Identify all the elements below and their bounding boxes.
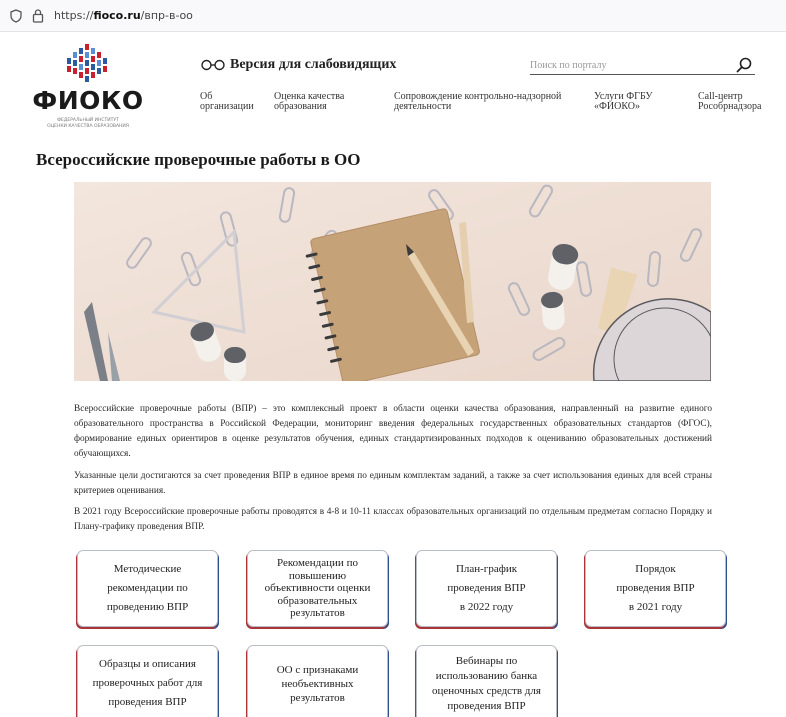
search-box[interactable] bbox=[530, 56, 755, 75]
card-methodical-recommendations[interactable]: Методические рекомендации по проведению … bbox=[77, 550, 218, 627]
card-label: Вебинары по использованию банка оценочны… bbox=[432, 654, 541, 714]
nav-item-about[interactable]: Об организации bbox=[200, 92, 254, 112]
card-samples-descriptions[interactable]: Образцы и описания проверочных работ для… bbox=[77, 645, 218, 717]
card-line: проведения ВПР bbox=[447, 699, 526, 712]
card-line: результатов bbox=[290, 607, 345, 620]
card-label: ОО с признаками необъективных результато… bbox=[277, 663, 359, 705]
nav-label-line2: «ФИОКО» bbox=[594, 101, 640, 112]
card-line: рекомендации по bbox=[107, 582, 188, 594]
card-label: Образцы и описания проверочных работ для… bbox=[93, 655, 203, 712]
card-line: ОО с признаками bbox=[276, 663, 359, 676]
card-label: Рекомендации по повышению объективности … bbox=[265, 557, 371, 620]
nav-label-line2: Рособрнадзора bbox=[698, 101, 762, 112]
glasses-icon bbox=[201, 59, 225, 70]
card-line: Рекомендации по bbox=[277, 557, 358, 570]
card-label: План-график проведения ВПР в 2022 году bbox=[447, 560, 525, 617]
card-line: проведения ВПР bbox=[447, 582, 526, 594]
card-line: Образцы и описания bbox=[99, 658, 196, 670]
browser-url-bar[interactable]: https://fioco.ru/впр-в-оо bbox=[0, 0, 786, 32]
logo-text: ФИОКО bbox=[32, 86, 144, 115]
page-title: Всероссийские проверочные работы в ОО bbox=[36, 150, 361, 169]
card-line: образовательных bbox=[277, 594, 358, 607]
card-procedure-2021[interactable]: Порядок проведения ВПР в 2021 году bbox=[585, 550, 726, 627]
card-label: Порядок проведения ВПР в 2021 году bbox=[616, 560, 694, 617]
card-line: необъективных bbox=[281, 677, 354, 690]
nav-item-quality[interactable]: Оценка качества образования bbox=[274, 92, 344, 112]
search-input[interactable] bbox=[530, 58, 720, 73]
site-logo[interactable]: ФИОКО ФЕДЕРАЛЬНЫЙ ИНСТИТУТ ОЦЕНКИ КАЧЕСТ… bbox=[30, 44, 146, 136]
card-line: проведения ВПР bbox=[108, 696, 187, 708]
shield-icon[interactable] bbox=[10, 9, 22, 23]
goals-paragraph: Указанные цели достигаются за счет прове… bbox=[74, 471, 712, 496]
card-line: объективности оценки bbox=[264, 582, 371, 595]
nav-label-line2: деятельности bbox=[394, 101, 452, 112]
nav-item-call-center[interactable]: Call-центр Рособрнадзора bbox=[698, 92, 761, 112]
url-path: /впр-в-оо bbox=[140, 9, 193, 22]
card-label: Методические рекомендации по проведению … bbox=[107, 560, 188, 617]
card-webinars[interactable]: Вебинары по использованию банка оценочны… bbox=[416, 645, 557, 717]
logo-subtitle: ФЕДЕРАЛЬНЫЙ ИНСТИТУТ ОЦЕНКИ КАЧЕСТВА ОБР… bbox=[30, 118, 146, 130]
banner-image bbox=[74, 182, 711, 381]
card-schedule-2022[interactable]: План-график проведения ВПР в 2022 году bbox=[416, 550, 557, 627]
card-line: Вебинары по bbox=[455, 654, 518, 667]
card-line: Порядок bbox=[635, 563, 676, 575]
card-line: повышению bbox=[288, 569, 347, 582]
nav-item-supervision[interactable]: Сопровождение контрольно-надзорной деяте… bbox=[394, 92, 561, 112]
card-line: План-график bbox=[455, 563, 518, 575]
card-line: проведения ВПР bbox=[616, 582, 695, 594]
nav-label-line2: образования bbox=[274, 101, 327, 112]
logo-subtitle-line2: ОЦЕНКИ КАЧЕСТВА ОБРАЗОВАНИЯ bbox=[47, 124, 129, 129]
logo-graphic bbox=[67, 44, 107, 82]
card-line: в 2022 году bbox=[459, 601, 514, 613]
url-domain: fioco.ru bbox=[93, 9, 141, 22]
card-line: в 2021 году bbox=[628, 601, 683, 613]
card-biased-results-schools[interactable]: ОО с признаками необъективных результато… bbox=[247, 645, 388, 717]
card-line: результатов bbox=[290, 691, 345, 704]
card-line: использованию банка bbox=[435, 669, 538, 682]
url-text[interactable]: https://fioco.ru/впр-в-оо bbox=[54, 9, 193, 22]
card-line: оценочных средств для bbox=[432, 684, 541, 697]
stationery-illustration bbox=[74, 182, 711, 381]
card-line: проведению ВПР bbox=[106, 601, 189, 613]
card-objectivity-recommendations[interactable]: Рекомендации по повышению объективности … bbox=[247, 550, 388, 627]
card-line: проверочных работ для bbox=[92, 677, 203, 689]
lock-icon[interactable] bbox=[32, 8, 44, 23]
accessibility-label: Версия для слабовидящих bbox=[230, 57, 397, 72]
intro-paragraph: Всероссийские проверочные работы (ВПР) –… bbox=[74, 404, 712, 459]
accessibility-link[interactable]: Версия для слабовидящих bbox=[200, 57, 396, 73]
nav-item-services[interactable]: Услуги ФГБУ «ФИОКО» bbox=[594, 92, 652, 112]
nav-label-line2: организации bbox=[200, 101, 254, 112]
url-prefix: https:// bbox=[54, 9, 94, 22]
schedule-paragraph: В 2021 году Всероссийские проверочные ра… bbox=[74, 507, 712, 532]
card-line: Методические bbox=[113, 563, 182, 575]
search-icon[interactable] bbox=[735, 56, 753, 74]
